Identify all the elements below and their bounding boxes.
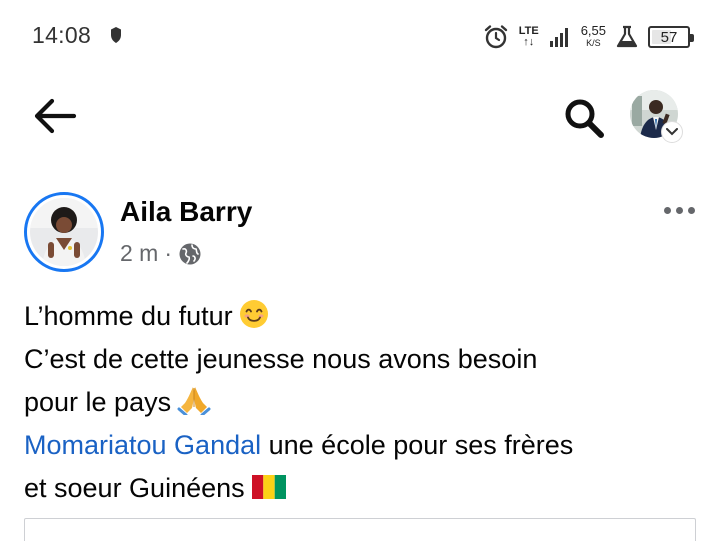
network-speed: 6,55 K/S <box>580 23 606 48</box>
post-meta: 2 m · <box>120 240 202 267</box>
post-line-text: L’homme du futur <box>24 301 233 331</box>
post-line-text: et soeur Guinéens <box>24 473 245 503</box>
more-dot-icon <box>664 206 671 214</box>
battery-level: 57 <box>660 28 678 46</box>
search-button[interactable] <box>560 94 608 142</box>
alarm-icon <box>484 25 507 49</box>
post-line: et soeur Guinéens <box>24 467 700 510</box>
meta-separator: · <box>164 240 173 266</box>
more-dot-icon <box>688 206 695 214</box>
post-text: L’homme du futur C’est de cette jeunesse… <box>24 295 700 510</box>
notification-shield-icon <box>111 27 121 43</box>
signal-strength-icon <box>549 28 568 47</box>
guinea-flag-emoji-icon <box>251 475 286 499</box>
back-button[interactable] <box>30 94 80 138</box>
status-bar: 14:08 LTE ↑↓ 6,55 K/S 57 <box>0 0 720 74</box>
author-name[interactable]: Aila Barry <box>120 196 252 228</box>
status-icons: LTE ↑↓ 6,55 K/S 57 <box>483 20 694 54</box>
flask-icon <box>616 25 638 48</box>
author-avatar-image <box>30 198 98 266</box>
profile-menu-button[interactable] <box>630 90 684 144</box>
arrow-left-icon <box>34 98 77 134</box>
link-preview-card[interactable] <box>24 518 696 541</box>
post-line-text: une école pour ses frères <box>261 430 574 460</box>
post-line: C’est de cette jeunesse nous avons besoi… <box>24 344 538 374</box>
status-time: 14:08 <box>32 22 92 48</box>
smiling-face-emoji-icon <box>239 300 268 328</box>
post-line: L’homme du futur <box>24 295 700 338</box>
more-dot-icon <box>676 206 683 214</box>
author-avatar[interactable] <box>24 192 104 272</box>
top-nav <box>0 86 720 146</box>
folded-hands-emoji-icon <box>177 387 211 415</box>
battery-icon: 57 <box>648 26 694 48</box>
chevron-down-icon <box>662 122 682 142</box>
post-options-button[interactable] <box>664 204 698 216</box>
mention-link[interactable]: Momariatou Gandal <box>24 430 261 460</box>
globe-icon[interactable] <box>178 242 202 266</box>
post-line-text: pour le pays <box>24 387 172 417</box>
post-line: pour le pays <box>24 381 700 424</box>
post-line: Momariatou Gandal une école pour ses frè… <box>24 424 700 467</box>
post-header: Aila Barry 2 m · <box>0 190 720 280</box>
post-time[interactable]: 2 m <box>120 240 158 267</box>
search-icon <box>565 99 604 138</box>
network-type: LTE ↑↓ <box>518 25 539 48</box>
